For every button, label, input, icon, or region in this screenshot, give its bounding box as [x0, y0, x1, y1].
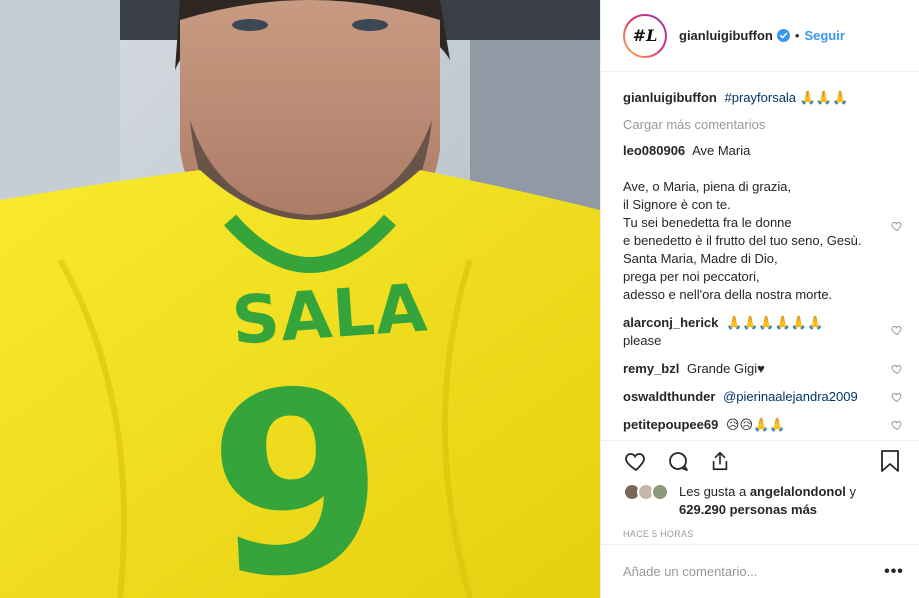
- comment-item: oswaldthunder @pierinaalejandra2009: [623, 388, 903, 406]
- comment-like-heart-icon[interactable]: [891, 391, 903, 403]
- comment-item: leo080906 Ave Maria Ave, o Maria, piena …: [623, 142, 903, 304]
- comments-list[interactable]: gianluigibuffon #prayforsala 🙏🙏🙏 Cargar …: [601, 73, 919, 439]
- load-more-comments-button[interactable]: Cargar más comentarios: [623, 117, 903, 132]
- post-photo[interactable]: SALA 9: [0, 0, 600, 598]
- comment-username[interactable]: leo080906: [623, 143, 685, 158]
- comment-like-heart-icon[interactable]: [891, 363, 903, 375]
- avatar-logo-text: #L: [632, 26, 658, 45]
- post-header: #L gianluigibuffon • Seguir: [601, 0, 919, 72]
- separator-dot: •: [794, 28, 800, 43]
- liker-avatars[interactable]: [623, 483, 673, 501]
- likes-username[interactable]: angelalondonol: [750, 484, 846, 499]
- comment-item: petitepoupee69 😥😥🙏🙏: [623, 416, 903, 434]
- comment-text: Grande Gigi♥: [687, 361, 765, 376]
- heart-icon: [625, 453, 645, 472]
- action-icons-bar: [623, 441, 903, 481]
- comment-button[interactable]: [665, 448, 691, 474]
- post-side-panel: #L gianluigibuffon • Seguir gianluigibuf…: [600, 0, 919, 598]
- comment-like-heart-icon[interactable]: [891, 220, 903, 232]
- likes-summary: Les gusta a angelalondonol y 629.290 per…: [623, 483, 903, 519]
- share-icon: [712, 451, 728, 471]
- comment-item: alarconj_herick 🙏🙏🙏🙏🙏🙏 please: [623, 314, 903, 350]
- header-username[interactable]: gianluigibuffon: [679, 28, 773, 43]
- save-button[interactable]: [877, 448, 903, 474]
- add-comment-bar: •••: [601, 544, 919, 598]
- comment-icon: [669, 452, 688, 471]
- verified-icon: [776, 29, 790, 42]
- likes-text: Les gusta a angelalondonol y 629.290 per…: [679, 483, 856, 519]
- comment-username[interactable]: alarconj_herick: [623, 315, 718, 330]
- post-actions: Les gusta a angelalondonol y 629.290 per…: [601, 440, 919, 539]
- add-comment-input[interactable]: [623, 564, 885, 579]
- caption-hashtag[interactable]: #prayforsala: [725, 90, 797, 105]
- comment-text: 😥😥🙏🙏: [725, 417, 786, 432]
- likes-conjunction: y: [845, 484, 857, 499]
- caption-emoji: 🙏🙏🙏: [799, 90, 849, 105]
- caption: gianluigibuffon #prayforsala 🙏🙏🙏: [623, 89, 903, 107]
- comment-username[interactable]: petitepoupee69: [623, 417, 718, 432]
- likes-count[interactable]: 629.290 personas más: [679, 502, 817, 517]
- comment-like-heart-icon[interactable]: [891, 324, 903, 336]
- bookmark-icon: [881, 450, 899, 472]
- comment-username[interactable]: oswaldthunder: [623, 389, 715, 404]
- liker-avatar: [651, 483, 669, 501]
- avatar[interactable]: #L: [623, 13, 667, 58]
- comment-mention[interactable]: @pierinaalejandra2009: [723, 389, 858, 404]
- caption-username[interactable]: gianluigibuffon: [623, 90, 717, 105]
- more-options-button[interactable]: •••: [884, 563, 903, 581]
- comment-username[interactable]: remy_bzl: [623, 361, 679, 376]
- share-button[interactable]: [707, 448, 733, 474]
- comment-text: Ave Maria Ave, o Maria, piena di grazia,…: [623, 143, 862, 302]
- comment-item: remy_bzl Grande Gigi♥: [623, 360, 903, 378]
- jersey-number: 9: [202, 334, 392, 598]
- post-timestamp[interactable]: HACE 5 HORAS: [623, 529, 903, 539]
- follow-button[interactable]: Seguir: [804, 28, 844, 43]
- like-button[interactable]: [623, 448, 649, 474]
- likes-prefix: Les gusta a: [679, 484, 750, 499]
- comment-like-heart-icon[interactable]: [891, 419, 903, 431]
